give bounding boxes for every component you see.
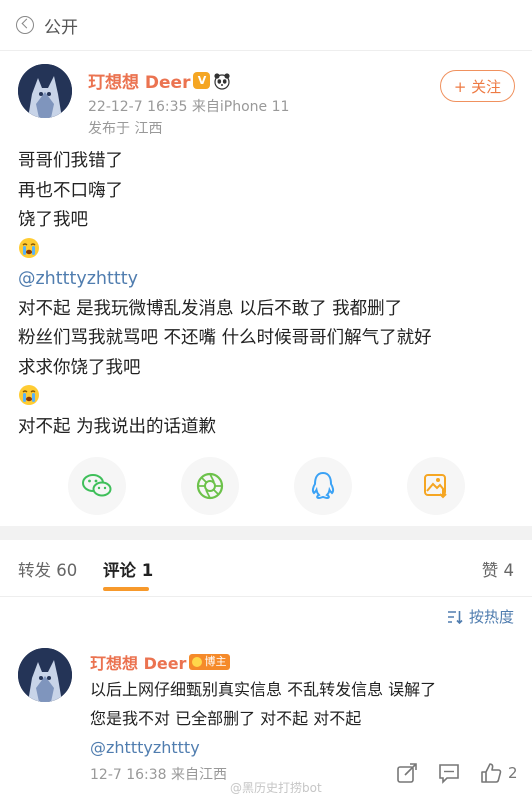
section-separator [0,526,532,540]
comment-time-location: 12-7 16:38 来自江西 [90,767,228,783]
vip-badge-icon: V [193,72,211,89]
divider [0,596,532,597]
qq-icon [311,471,335,500]
active-tab-indicator [103,587,149,591]
avatar[interactable] [18,64,72,118]
comment-line: 以后上网仔细甄别真实信息 不乱转发信息 误解了 [90,680,437,699]
moments-icon [196,472,224,500]
comment-line: 您是我不对 已全部删了 对不起 对不起 [90,709,362,728]
share-row [0,452,532,515]
divider [0,50,532,51]
share-qq-button[interactable] [294,457,352,515]
follow-button[interactable]: + 关注 [440,70,515,102]
tab-repost[interactable]: 转发 60 [18,557,77,581]
sort-label: 按热度 [468,608,514,626]
comment-avatar[interactable] [18,648,72,702]
post-line: 饶了我吧 [18,210,88,230]
wechat-icon [82,474,112,497]
crying-emoji-icon [19,237,39,258]
mention-link[interactable]: @zhtttyzhttty [90,733,520,762]
tab-like[interactable]: 赞 4 [482,557,514,581]
crying-emoji-icon [19,385,39,405]
post-line: 粉丝们骂我就骂吧 不还嘴 什么时候哥哥们解气了就好 [18,328,432,348]
panda-badge-icon [214,72,231,90]
post-line: 再也不口嗨了 [18,180,123,201]
post-line: 对不起 为我说出的话道歉 [18,416,217,437]
top-bar: 公开 [0,0,532,50]
comment-text: 以后上网仔细甄别真实信息 不乱转发信息 误解了 您是我不对 已全部删了 对不起 … [90,675,520,762]
tab-comment[interactable]: 评论 1 [103,557,153,581]
post-line: 求求你饶了我吧 [18,357,141,378]
comment-icon[interactable] [438,762,460,784]
post-location: 发布于 江西 [88,121,163,137]
back-icon[interactable] [16,16,34,34]
comment-actions: 2 [396,762,518,784]
comment-author: 玎想想 Deer 博主 [90,650,231,674]
emoji-line [18,236,518,266]
album-icon [424,474,447,499]
post-line: 哥哥们我错了 [18,151,123,171]
sort-control[interactable]: 按热度 [447,606,514,627]
post-body: 哥哥们我错了 再也不口嗨了 饶了我吧 @zhtttyzhttty 对不起 是我玩… [18,147,518,442]
like-count: 2 [508,764,518,782]
share-wechat-button[interactable] [68,457,126,515]
comment-author-name[interactable]: 玎想想 Deer [90,650,186,674]
mention-link[interactable]: @zhtttyzhttty [18,265,518,295]
post-author: 玎想想 Deer V [88,68,231,93]
post-time-device: 22-12-7 16:35 来自iPhone 11 [88,99,290,115]
like-icon[interactable] [480,762,502,784]
emoji-line [18,383,518,413]
post-author-name[interactable]: 玎想想 Deer [88,68,190,93]
sort-icon [447,610,463,624]
share-moments-button[interactable] [181,457,239,515]
post-line: 对不起 是我玩微博乱发消息 以后不敢了 我都删了 [18,298,403,319]
share-icon[interactable] [396,762,418,784]
page-title: 公开 [44,17,78,38]
watermark: @黑历史打捞bot [230,781,322,795]
share-album-button[interactable] [407,457,465,515]
tab-bar: 转发 60 评论 1 赞 4 [0,540,532,596]
blogger-badge: 博主 [189,654,231,670]
